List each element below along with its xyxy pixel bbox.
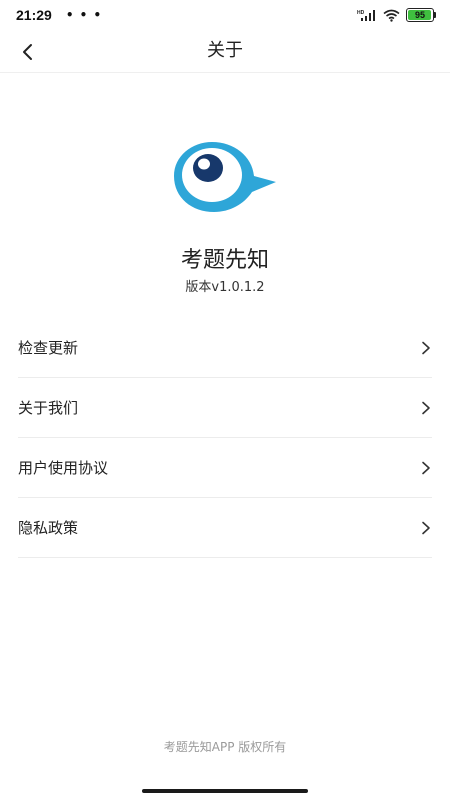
chevron-right-icon <box>422 401 430 414</box>
menu-item-about-us[interactable]: 关于我们 <box>18 378 432 438</box>
menu-list: 检查更新 关于我们 用户使用协议 隐私政策 <box>18 318 432 558</box>
app-name: 考题先知 <box>180 248 269 273</box>
chevron-right-icon <box>422 341 430 354</box>
menu-item-check-update[interactable]: 检查更新 <box>18 318 432 378</box>
menu-item-privacy-policy[interactable]: 隐私政策 <box>18 498 432 558</box>
home-indicator[interactable] <box>142 789 308 793</box>
svg-text:HD: HD <box>357 10 365 16</box>
battery-icon: 95 <box>406 8 436 22</box>
app-version: 版本v1.0.1.2 <box>185 280 265 295</box>
hd-signal-icon: HD <box>357 9 375 21</box>
app-logo <box>174 142 276 212</box>
battery-level: 95 <box>414 10 425 20</box>
chevron-right-icon <box>422 521 430 534</box>
status-right: HD 95 <box>357 8 450 22</box>
menu-item-label: 检查更新 <box>18 339 79 357</box>
menu-item-user-agreement[interactable]: 用户使用协议 <box>18 438 432 498</box>
chevron-right-icon <box>422 461 430 474</box>
status-left: 21:29 • • • <box>0 7 102 23</box>
page-title: 关于 <box>207 40 243 61</box>
menu-item-label: 用户使用协议 <box>18 459 109 477</box>
status-bar: 21:29 • • • HD 95 <box>0 0 450 30</box>
logo-highlight <box>198 158 210 170</box>
menu-item-label: 关于我们 <box>18 399 79 417</box>
menu-item-label: 隐私政策 <box>18 519 79 537</box>
copyright-footer: 考题先知APP 版权所有 <box>163 740 287 754</box>
nav-bar: 关于 <box>0 30 450 73</box>
status-time: 21:29 <box>16 7 52 23</box>
more-dots-icon: • • • <box>65 8 103 22</box>
wifi-icon <box>383 9 400 22</box>
